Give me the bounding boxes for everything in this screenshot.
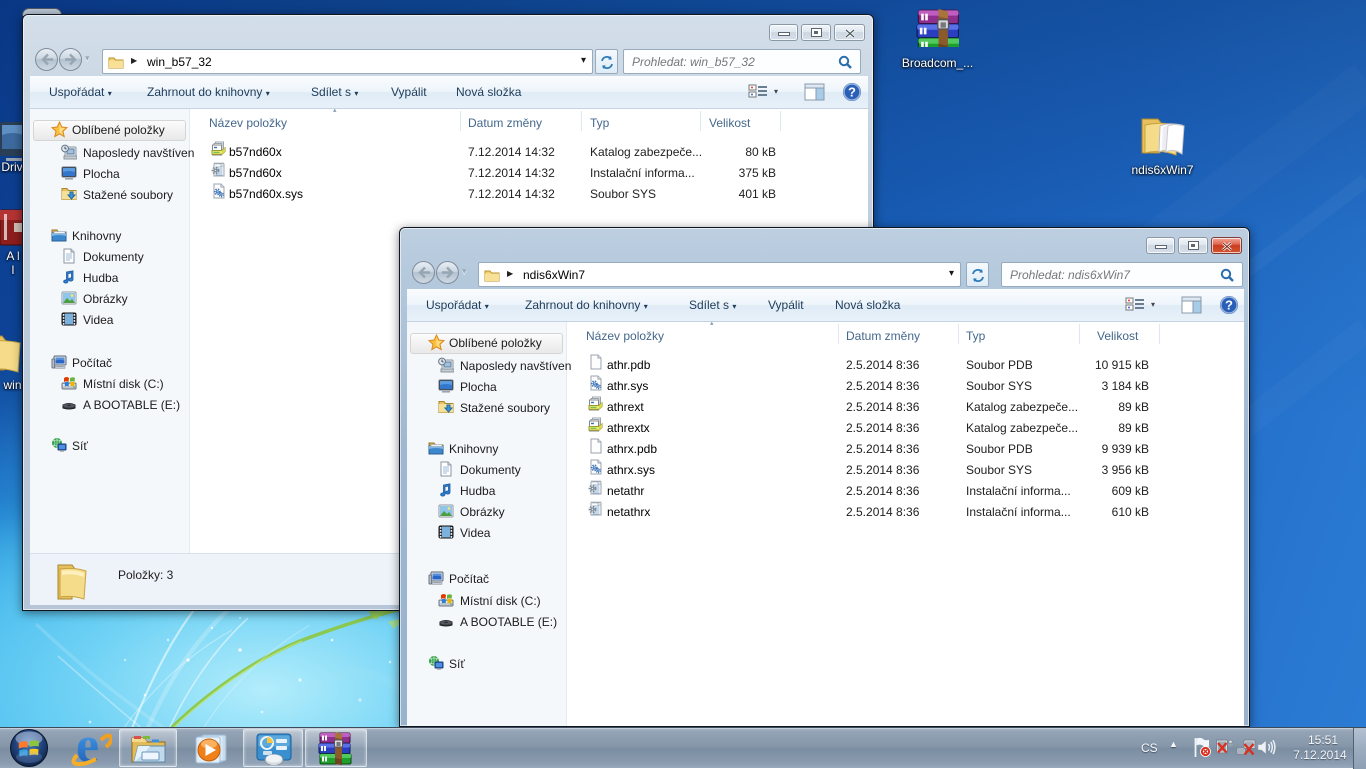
svg-text:?: ? bbox=[848, 85, 856, 100]
svg-text:?: ? bbox=[1225, 298, 1233, 313]
